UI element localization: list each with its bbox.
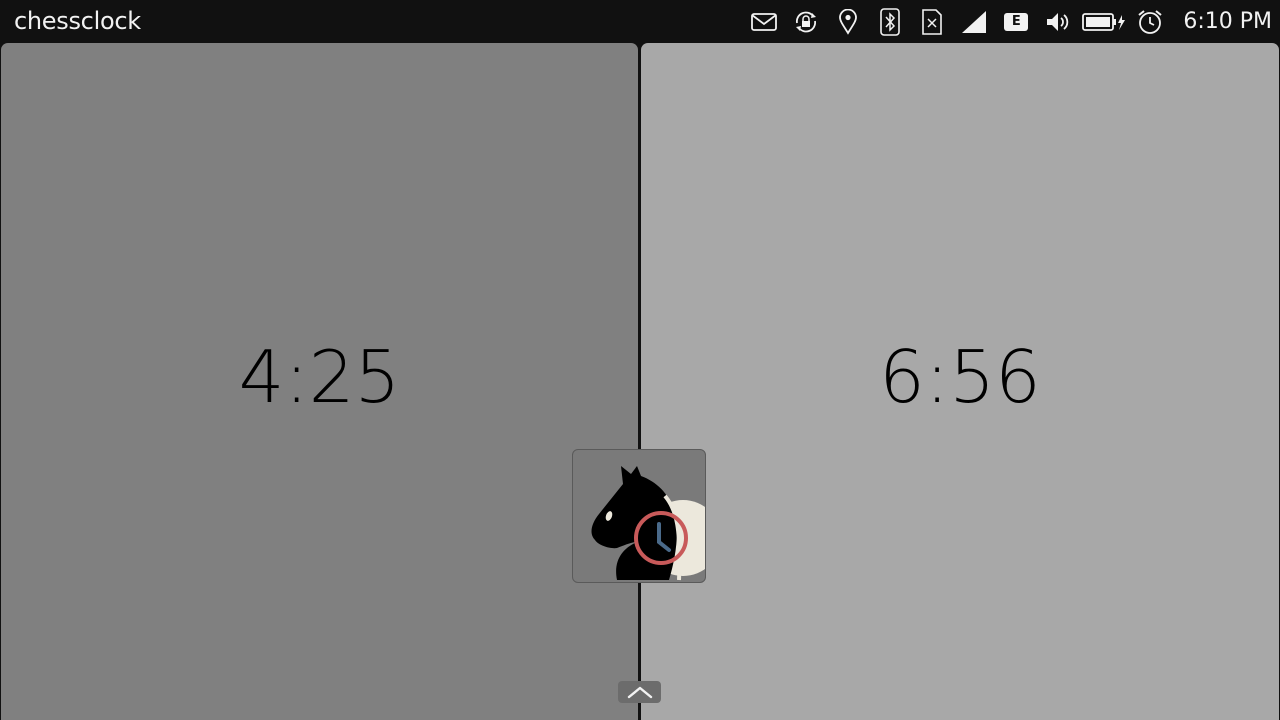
rotation-lock-icon[interactable] xyxy=(785,0,827,43)
mail-icon[interactable] xyxy=(743,0,785,43)
player-right-time: 6:56 xyxy=(879,334,1041,419)
network-type-label: E xyxy=(1004,12,1029,31)
network-edge-icon[interactable]: E xyxy=(995,0,1037,43)
status-bar: chessclock E 6:10 PM xyxy=(0,0,1280,43)
indicator-tray[interactable]: E 6:10 PM xyxy=(743,0,1280,43)
alarm-icon[interactable] xyxy=(1129,0,1171,43)
player-left-time: 4:25 xyxy=(238,334,401,419)
app-title: chessclock xyxy=(14,7,141,35)
chess-knight-clock-icon[interactable] xyxy=(572,449,706,583)
player-left-clock-panel[interactable]: 4:25 xyxy=(1,43,638,720)
volume-icon[interactable] xyxy=(1037,0,1079,43)
player-right-clock-panel[interactable]: 6:56 xyxy=(641,43,1279,720)
location-icon[interactable] xyxy=(827,0,869,43)
signal-icon[interactable] xyxy=(953,0,995,43)
no-sim-icon[interactable] xyxy=(911,0,953,43)
chevron-up-icon xyxy=(627,686,652,699)
status-clock[interactable]: 6:10 PM xyxy=(1183,9,1272,34)
bottom-edge-handle[interactable] xyxy=(618,681,661,703)
battery-charging-icon[interactable] xyxy=(1079,0,1129,43)
bluetooth-icon[interactable] xyxy=(869,0,911,43)
